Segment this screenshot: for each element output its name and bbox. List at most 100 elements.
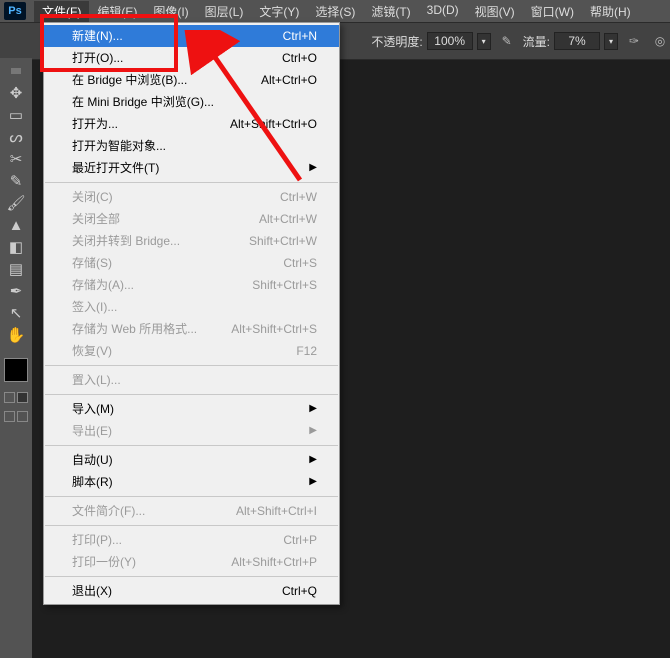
menu-item[interactable]: 导入(M)▶ — [44, 398, 339, 420]
menu-item-label: 新建(N)... — [72, 28, 123, 44]
marquee-tool[interactable]: ▭ — [4, 104, 28, 126]
opacity-label: 不透明度: — [371, 33, 422, 50]
menu-item-shortcut: Ctrl+P — [283, 532, 317, 548]
menu-item: 文件简介(F)...Alt+Shift+Ctrl+I — [44, 500, 339, 522]
path-select-tool[interactable]: ↖ — [4, 302, 28, 324]
menu-item[interactable]: 在 Mini Bridge 中浏览(G)... — [44, 91, 339, 113]
menu-4[interactable]: 文字(Y) — [251, 1, 307, 22]
menu-item[interactable]: 新建(N)... Ctrl+N — [44, 25, 339, 47]
menu-item: 导出(E) ▶ — [44, 420, 339, 442]
menu-item: 打印一份(Y) Alt+Shift+Ctrl+P — [44, 551, 339, 573]
foreground-color-swatch[interactable] — [4, 358, 28, 382]
menu-separator — [45, 525, 338, 526]
menu-item-label: 置入(L)... — [72, 372, 121, 388]
ps-logo: Ps — [4, 2, 26, 20]
crop-tool[interactable]: ✂ — [4, 148, 28, 170]
menu-item-label: 打开为智能对象... — [72, 138, 166, 154]
menu-item-shortcut: Ctrl+O — [282, 50, 317, 66]
menu-item: 签入(I)... — [44, 296, 339, 318]
opacity-dropdown-icon[interactable]: ▾ — [477, 33, 491, 50]
stamp-tool[interactable]: ▲ — [4, 214, 28, 236]
eyedropper-tool[interactable]: ✎ — [4, 170, 28, 192]
menu-item: 存储(S)Ctrl+S — [44, 252, 339, 274]
tablet-pressure-icon[interactable]: ✑ — [624, 31, 644, 51]
menu-7[interactable]: 3D(D) — [419, 1, 467, 22]
flow-label: 流量: — [523, 33, 550, 50]
menu-item-label: 在 Mini Bridge 中浏览(G)... — [72, 94, 214, 110]
file-menu-dropdown: 新建(N)... Ctrl+N 打开(O)... Ctrl+O 在 Bridge 中浏览… — [43, 22, 340, 605]
menu-item[interactable]: 打开为...Alt+Shift+Ctrl+O — [44, 113, 339, 135]
menu-item-label: 打印(P)... — [72, 532, 122, 548]
flow-dropdown-icon[interactable]: ▾ — [604, 33, 618, 50]
menu-item[interactable]: 最近打开文件(T)▶ — [44, 157, 339, 179]
menu-10[interactable]: 帮助(H) — [582, 1, 639, 22]
menu-item-label: 打开(O)... — [72, 50, 123, 66]
menu-item-shortcut: Alt+Ctrl+W — [259, 211, 317, 227]
menu-item: 关闭(C)Ctrl+W — [44, 186, 339, 208]
menu-item-label: 最近打开文件(T) — [72, 160, 159, 176]
pen-tool[interactable]: ✒ — [4, 280, 28, 302]
hand-tool[interactable]: ✋ — [4, 324, 28, 346]
menu-item-label: 自动(U) — [72, 452, 113, 468]
menu-2[interactable]: 图像(I) — [145, 1, 196, 22]
tablet-opacity-icon[interactable]: ◎ — [650, 31, 670, 51]
flow-value[interactable]: 7% — [554, 32, 600, 50]
menu-item[interactable]: 退出(X) Ctrl+Q — [44, 580, 339, 602]
menu-item-label: 恢复(V) — [72, 343, 112, 359]
menu-item-label: 存储为(A)... — [72, 277, 134, 293]
menu-item[interactable]: 打开(O)... Ctrl+O — [44, 47, 339, 69]
menu-item-shortcut: Ctrl+Q — [282, 583, 317, 599]
menu-item: 打印(P)... Ctrl+P — [44, 529, 339, 551]
menu-9[interactable]: 窗口(W) — [523, 1, 582, 22]
opacity-value[interactable]: 100% — [427, 32, 473, 50]
menu-item: 存储为 Web 所用格式...Alt+Shift+Ctrl+S — [44, 318, 339, 340]
panel-grip-icon[interactable] — [11, 68, 21, 74]
menu-item-shortcut: Alt+Shift+Ctrl+O — [230, 116, 317, 132]
submenu-arrow-icon: ▶ — [309, 401, 317, 417]
menu-item[interactable]: 打开为智能对象... — [44, 135, 339, 157]
tool-panel: ✥▭ᔕ✂✎🖌▲◧▤✒↖✋ — [0, 58, 32, 422]
menu-item-label: 退出(X) — [72, 583, 112, 599]
menu-1[interactable]: 编辑(E) — [89, 1, 145, 22]
submenu-arrow-icon: ▶ — [309, 474, 317, 490]
menu-item-shortcut: Shift+Ctrl+W — [249, 233, 317, 249]
screen-mode-toggle[interactable] — [4, 411, 28, 422]
menu-item-label: 关闭并转到 Bridge... — [72, 233, 180, 249]
menu-3[interactable]: 图层(L) — [197, 1, 252, 22]
menu-6[interactable]: 滤镜(T) — [363, 1, 418, 22]
menubar: Ps 文件(F)编辑(E)图像(I)图层(L)文字(Y)选择(S)滤镜(T)3D… — [0, 0, 670, 22]
move-tool[interactable]: ✥ — [4, 82, 28, 104]
menu-item-shortcut: Alt+Shift+Ctrl+S — [231, 321, 317, 337]
eraser-tool[interactable]: ◧ — [4, 236, 28, 258]
menu-item-shortcut: Ctrl+W — [280, 189, 317, 205]
menu-item-label: 导出(E) — [72, 423, 112, 439]
menu-0[interactable]: 文件(F) — [34, 1, 89, 22]
menu-separator — [45, 182, 338, 183]
gradient-tool[interactable]: ▤ — [4, 258, 28, 280]
menu-item-label: 存储(S) — [72, 255, 112, 271]
menu-8[interactable]: 视图(V) — [467, 1, 523, 22]
mask-mode-toggle[interactable] — [4, 392, 28, 403]
airbrush-icon[interactable]: ✎ — [497, 31, 517, 51]
submenu-arrow-icon: ▶ — [309, 452, 317, 468]
menu-5[interactable]: 选择(S) — [307, 1, 363, 22]
menu-separator — [45, 576, 338, 577]
menu-item: 关闭并转到 Bridge... Shift+Ctrl+W — [44, 230, 339, 252]
menu-item-shortcut: Ctrl+N — [283, 28, 317, 44]
flow-field[interactable]: 流量: 7% ▾ — [523, 32, 618, 50]
menu-item-shortcut: Alt+Shift+Ctrl+P — [231, 554, 317, 570]
submenu-arrow-icon: ▶ — [309, 423, 317, 439]
menu-item-label: 打印一份(Y) — [72, 554, 136, 570]
menu-separator — [45, 445, 338, 446]
menu-item: 置入(L)... — [44, 369, 339, 391]
menu-item-shortcut: F12 — [296, 343, 317, 359]
opacity-field[interactable]: 不透明度: 100% ▾ — [371, 32, 490, 50]
menu-separator — [45, 394, 338, 395]
lasso-tool[interactable]: ᔕ — [4, 126, 28, 148]
menu-item: 关闭全部Alt+Ctrl+W — [44, 208, 339, 230]
menu-item[interactable]: 在 Bridge 中浏览(B)...Alt+Ctrl+O — [44, 69, 339, 91]
menu-item[interactable]: 脚本(R)▶ — [44, 471, 339, 493]
menu-item-label: 签入(I)... — [72, 299, 117, 315]
menu-item[interactable]: 自动(U) ▶ — [44, 449, 339, 471]
brush-tool[interactable]: 🖌 — [4, 192, 28, 214]
